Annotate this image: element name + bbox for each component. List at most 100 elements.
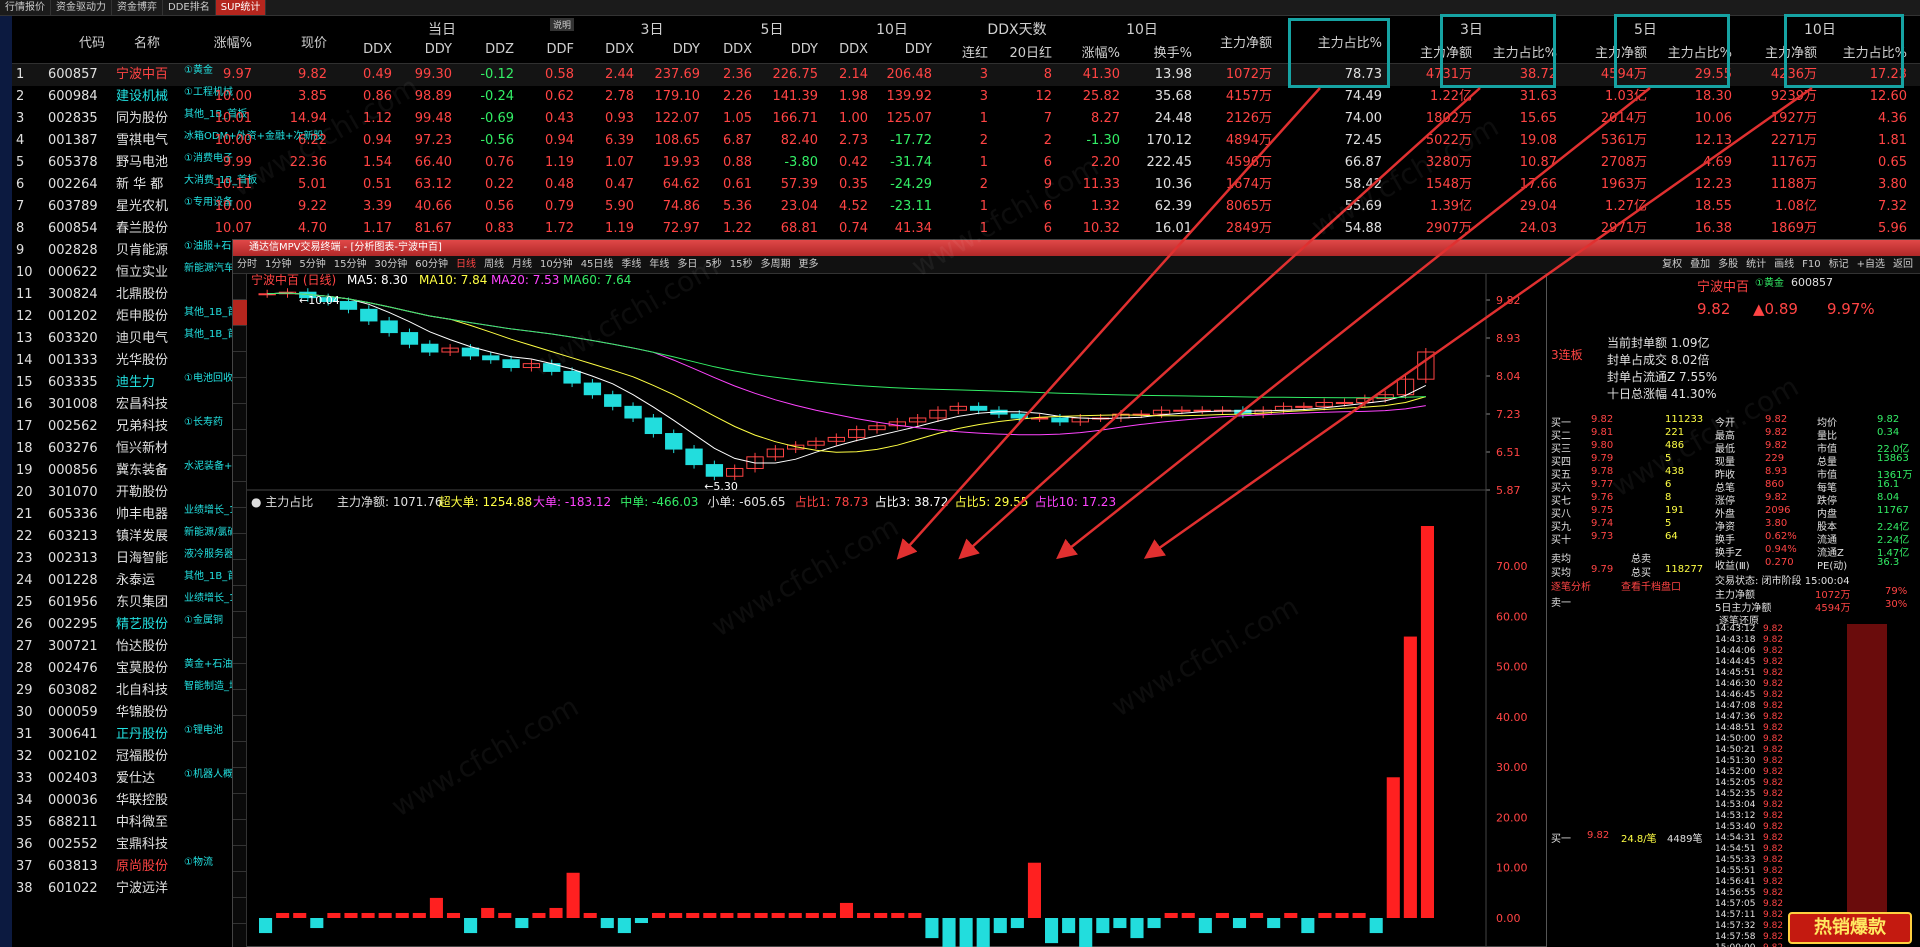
header-col-16[interactable]: 涨幅% (1050, 42, 1120, 61)
vertical-tab[interactable] (233, 794, 247, 820)
toolbar-action-6[interactable]: 标记 (1825, 256, 1853, 274)
toolbar-action-2[interactable]: 多股 (1714, 256, 1742, 274)
flow-bar (874, 912, 888, 918)
header-col-14[interactable]: 连红 (918, 42, 988, 61)
stock-code: 603335 (48, 375, 98, 390)
top-tab-1[interactable]: 资金驱动力 (51, 0, 112, 15)
header-col-21[interactable]: 主力占比% (1487, 42, 1557, 61)
header-col-20[interactable]: 主力净额 (1402, 42, 1472, 61)
period-tab-17[interactable]: 更多 (795, 256, 823, 274)
vertical-tab[interactable] (233, 716, 247, 742)
table-cell: 8 (1043, 67, 1052, 82)
period-tab-6[interactable]: 日线 (452, 256, 480, 274)
vertical-tab[interactable] (233, 404, 247, 430)
header-note[interactable]: 说明 (550, 18, 574, 31)
vertical-tab[interactable] (233, 612, 247, 638)
top-tab-4[interactable]: SUP统计 (215, 0, 267, 15)
period-tab-10[interactable]: 45日线 (577, 256, 618, 274)
buy-total-label: 总买 (1631, 568, 1651, 579)
period-tab-2[interactable]: 5分钟 (295, 256, 329, 274)
toolbar-action-8[interactable]: 返回 (1889, 256, 1917, 274)
table-row[interactable]: 3 002835 同为股份 其他_1B_首板 10.01 14.94 1.12 99.48 -0… (12, 108, 1920, 130)
table-row[interactable]: 2 600984 建设机械 ①工程机械 10.00 3.85 0.86 98.89 -0.24 0… (12, 86, 1920, 108)
vertical-tab[interactable] (233, 820, 247, 846)
candle (461, 347, 480, 357)
header-col-17[interactable]: 换手% (1122, 42, 1192, 61)
top-tab-3[interactable]: DDE排名 (163, 0, 216, 15)
period-tab-11[interactable]: 季线 (617, 256, 645, 274)
flow-bar (788, 912, 802, 918)
vertical-tab[interactable] (233, 690, 247, 716)
tick-price: 9.82 (1763, 899, 1784, 909)
vertical-tab[interactable] (233, 534, 247, 560)
vertical-tab[interactable] (233, 872, 247, 898)
toolbar-action-7[interactable]: +自选 (1853, 256, 1889, 274)
period-tab-3[interactable]: 15分钟 (330, 256, 371, 274)
vertical-tab[interactable] (233, 664, 247, 690)
table-row[interactable]: 1 600857 宁波中百 ①黄金 9.97 9.82 0.49 99.30 -0.12 0.58… (12, 64, 1920, 86)
period-tab-4[interactable]: 30分钟 (370, 256, 411, 274)
vertical-tab[interactable] (233, 456, 247, 482)
header-col-15[interactable]: 20日红 (982, 42, 1052, 61)
toolbar-action-4[interactable]: 画线 (1770, 256, 1798, 274)
header-col-23[interactable]: 主力占比% (1662, 42, 1732, 61)
vertical-tab[interactable] (233, 326, 247, 352)
vertical-tab[interactable] (233, 846, 247, 872)
vertical-tab[interactable] (233, 898, 247, 924)
table-cell: 78.73 (1344, 67, 1382, 82)
vertical-tab[interactable] (233, 378, 247, 404)
promo-badge[interactable]: 热销爆款 (1788, 912, 1912, 944)
period-tab-16[interactable]: 多周期 (757, 256, 795, 274)
header-col-12[interactable]: DDX (798, 42, 868, 57)
vertical-tab[interactable] (233, 586, 247, 612)
period-tab-0[interactable]: 分时 (233, 256, 261, 274)
period-tab-7[interactable]: 周线 (480, 256, 508, 274)
header-col-22[interactable]: 主力净额 (1577, 42, 1647, 61)
ma60-line (267, 292, 1426, 399)
price-axis-label: 8.93 (1496, 332, 1521, 345)
table-row[interactable]: 6 002264 新 华 都大消费_1B_首板 10.11 5.01 0.51 63.12 0… (12, 174, 1920, 196)
vertical-tab[interactable] (233, 742, 247, 768)
toolbar-action-0[interactable]: 复权 (1658, 256, 1686, 274)
vertical-tab[interactable] (233, 638, 247, 664)
toolbar-action-1[interactable]: 叠加 (1686, 256, 1714, 274)
header-col-10[interactable]: DDX (682, 42, 752, 57)
period-tab-15[interactable]: 15秒 (726, 256, 757, 274)
period-tab-8[interactable]: 月线 (508, 256, 536, 274)
header-col-1[interactable]: 名称 (112, 32, 182, 51)
flow-bar (839, 902, 854, 918)
header-col-19[interactable]: 主力占比% (1312, 32, 1382, 51)
table-row[interactable]: 7 603789 星光农机 ①专用设备 10.00 9.22 3.39 40.66 0.56 0.… (12, 196, 1920, 218)
kline-chart[interactable]: 宁波中百 (日线) MA5: 8.30 MA10: 7.84 MA20: 7.53 MA… (247, 274, 1546, 947)
header-col-25[interactable]: 主力占比% (1837, 42, 1907, 61)
period-tab-1[interactable]: 1分钟 (261, 256, 295, 274)
vertical-tab[interactable] (233, 274, 247, 300)
period-tab-9[interactable]: 10分钟 (536, 256, 577, 274)
vertical-tab[interactable] (233, 300, 247, 326)
top-tab-0[interactable]: 行情报价 (0, 0, 51, 15)
header-col-2[interactable]: 涨幅% (182, 32, 252, 51)
table-cell: 0.42 (839, 155, 868, 170)
toolbar-action-5[interactable]: F10 (1798, 256, 1824, 274)
table-cell: 3 (979, 89, 988, 104)
vertical-tab[interactable] (233, 482, 247, 508)
toolbar-action-3[interactable]: 统计 (1742, 256, 1770, 274)
table-cell: 4.52 (839, 199, 868, 214)
table-cell: 1963万 (1600, 177, 1647, 192)
vertical-tab[interactable] (233, 430, 247, 456)
top-tab-2[interactable]: 资金博弈 (112, 0, 163, 15)
header-col-5[interactable]: DDY (382, 42, 452, 57)
header-col-24[interactable]: 主力净额 (1747, 42, 1817, 61)
period-tab-5[interactable]: 60分钟 (411, 256, 452, 274)
vertical-tab[interactable] (233, 508, 247, 534)
vertical-tab[interactable] (233, 768, 247, 794)
header-col-18[interactable]: 主力净额 (1202, 32, 1272, 51)
header-col-8[interactable]: DDX (564, 42, 634, 57)
side-tab-0[interactable]: 逐笔分析 (1551, 578, 1591, 593)
vertical-tab[interactable] (233, 352, 247, 378)
header-col-3[interactable]: 现价 (257, 32, 327, 51)
side-tab-1[interactable]: 查看千档盘口 (1621, 578, 1681, 593)
table-cell: 222.45 (1146, 155, 1193, 170)
vertical-tab[interactable] (233, 560, 247, 586)
vertical-tab[interactable] (233, 924, 247, 947)
